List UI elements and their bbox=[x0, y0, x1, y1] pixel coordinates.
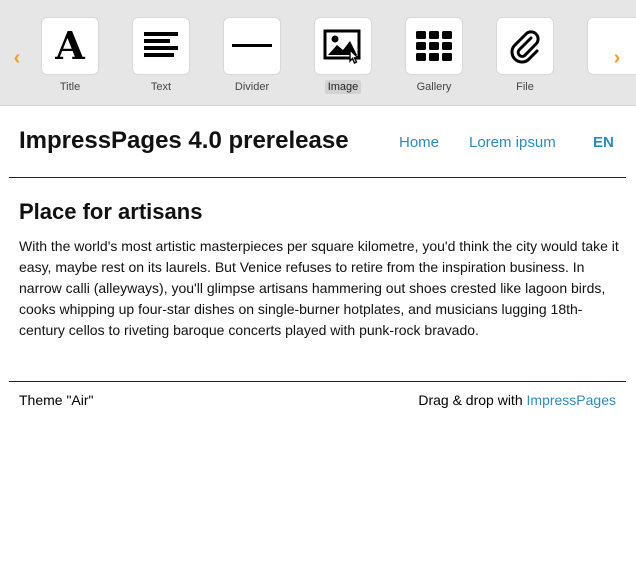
nav-link-home[interactable]: Home bbox=[399, 134, 439, 151]
image-icon bbox=[323, 29, 361, 64]
widget-image-label: Image bbox=[302, 80, 384, 94]
widget-divider[interactable]: Divider bbox=[223, 17, 281, 97]
widget-gallery-tile[interactable] bbox=[405, 17, 463, 75]
title-icon: A bbox=[55, 23, 85, 68]
header-divider bbox=[9, 177, 626, 178]
paperclip-icon bbox=[510, 30, 540, 64]
footer-theme-text: Theme "Air" bbox=[19, 392, 94, 408]
footer-credit-prefix: Drag & drop with bbox=[418, 392, 523, 408]
widget-file-tile[interactable] bbox=[496, 17, 554, 75]
widget-title[interactable]: A Title bbox=[41, 17, 99, 97]
footer-impresspages-link[interactable]: ImpressPages bbox=[527, 392, 616, 408]
scroll-right-arrow-icon[interactable]: › bbox=[608, 44, 626, 72]
widget-text-label: Text bbox=[150, 81, 172, 93]
widget-divider-tile[interactable] bbox=[223, 17, 281, 75]
widget-image-tile[interactable] bbox=[314, 17, 372, 75]
widget-text-tile[interactable] bbox=[132, 17, 190, 75]
widget-title-tile[interactable]: A bbox=[41, 17, 99, 75]
text-lines-icon bbox=[144, 32, 178, 57]
widget-title-label: Title bbox=[59, 81, 81, 93]
gallery-grid-icon bbox=[416, 31, 452, 61]
footer-divider bbox=[9, 381, 626, 382]
widget-gallery[interactable]: Gallery bbox=[405, 17, 463, 97]
widget-image[interactable]: Image bbox=[314, 17, 372, 97]
site-title: ImpressPages 4.0 prerelease bbox=[19, 127, 349, 154]
footer-credit: Drag & drop with ImpressPages bbox=[418, 392, 616, 408]
nav-link-lorem-ipsum[interactable]: Lorem ipsum bbox=[469, 134, 556, 151]
widget-file-label: File bbox=[516, 81, 534, 93]
scroll-left-arrow-icon[interactable]: ‹ bbox=[8, 44, 26, 72]
content-heading[interactable]: Place for artisans bbox=[19, 199, 202, 225]
divider-icon bbox=[232, 44, 272, 47]
language-switch[interactable]: EN bbox=[593, 134, 614, 151]
widget-file[interactable]: File bbox=[496, 17, 554, 97]
widget-text[interactable]: Text bbox=[132, 17, 190, 97]
widget-toolbar: ‹ A Title Text Divider Image Gallery Fil… bbox=[0, 0, 636, 106]
widget-divider-label: Divider bbox=[234, 81, 270, 93]
widget-gallery-label: Gallery bbox=[416, 81, 452, 93]
content-paragraph[interactable]: With the world's most artistic masterpie… bbox=[19, 236, 619, 341]
